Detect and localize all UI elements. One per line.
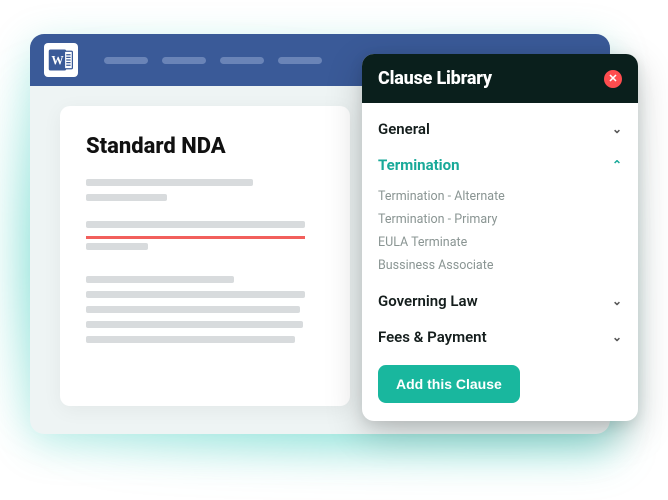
add-clause-button[interactable]: Add this Clause bbox=[378, 365, 520, 403]
document-page: Standard NDA bbox=[60, 106, 350, 406]
chevron-down-icon: ⌄ bbox=[612, 330, 622, 344]
panel-title: Clause Library bbox=[378, 68, 492, 89]
clause-item[interactable]: Termination - Primary bbox=[378, 208, 622, 231]
chevron-down-icon: ⌄ bbox=[612, 294, 622, 308]
category-general[interactable]: General ⌄ bbox=[378, 111, 622, 147]
ribbon-tab[interactable] bbox=[104, 57, 148, 64]
ribbon-tab[interactable] bbox=[220, 57, 264, 64]
ribbon-tab[interactable] bbox=[278, 57, 322, 64]
word-w-glyph: W bbox=[47, 46, 75, 74]
text-line bbox=[86, 336, 295, 343]
clause-item[interactable]: EULA Terminate bbox=[378, 231, 622, 254]
redline-change bbox=[86, 236, 305, 239]
panel-header: Clause Library ✕ bbox=[362, 54, 638, 103]
ribbon-tab[interactable] bbox=[162, 57, 206, 64]
chevron-up-icon: ⌃ bbox=[612, 158, 622, 172]
category-label: General bbox=[378, 120, 430, 138]
svg-text:W: W bbox=[51, 53, 64, 67]
category-fees-payment[interactable]: Fees & Payment ⌄ bbox=[378, 319, 622, 355]
clause-item[interactable]: Bussiness Associate bbox=[378, 254, 622, 277]
clause-item[interactable]: Termination - Alternate bbox=[378, 185, 622, 208]
text-line bbox=[86, 179, 253, 186]
clause-library-panel: Clause Library ✕ General ⌄ Termination ⌃… bbox=[362, 54, 638, 421]
category-label: Termination bbox=[378, 156, 460, 174]
text-line bbox=[86, 276, 234, 283]
text-line bbox=[86, 306, 300, 313]
category-termination[interactable]: Termination ⌃ bbox=[378, 147, 622, 183]
text-line bbox=[86, 194, 167, 201]
close-icon[interactable]: ✕ bbox=[604, 70, 622, 88]
termination-items: Termination - Alternate Termination - Pr… bbox=[378, 183, 622, 283]
text-line bbox=[86, 243, 148, 250]
word-icon: W bbox=[44, 43, 78, 77]
text-line bbox=[86, 291, 305, 298]
document-title: Standard NDA bbox=[86, 134, 324, 159]
category-label: Governing Law bbox=[378, 292, 478, 310]
text-line bbox=[86, 221, 305, 228]
ribbon-tabs bbox=[104, 57, 322, 64]
panel-body: General ⌄ Termination ⌃ Termination - Al… bbox=[362, 103, 638, 421]
category-label: Fees & Payment bbox=[378, 328, 487, 346]
category-governing-law[interactable]: Governing Law ⌄ bbox=[378, 283, 622, 319]
chevron-down-icon: ⌄ bbox=[612, 122, 622, 136]
text-line bbox=[86, 321, 303, 328]
